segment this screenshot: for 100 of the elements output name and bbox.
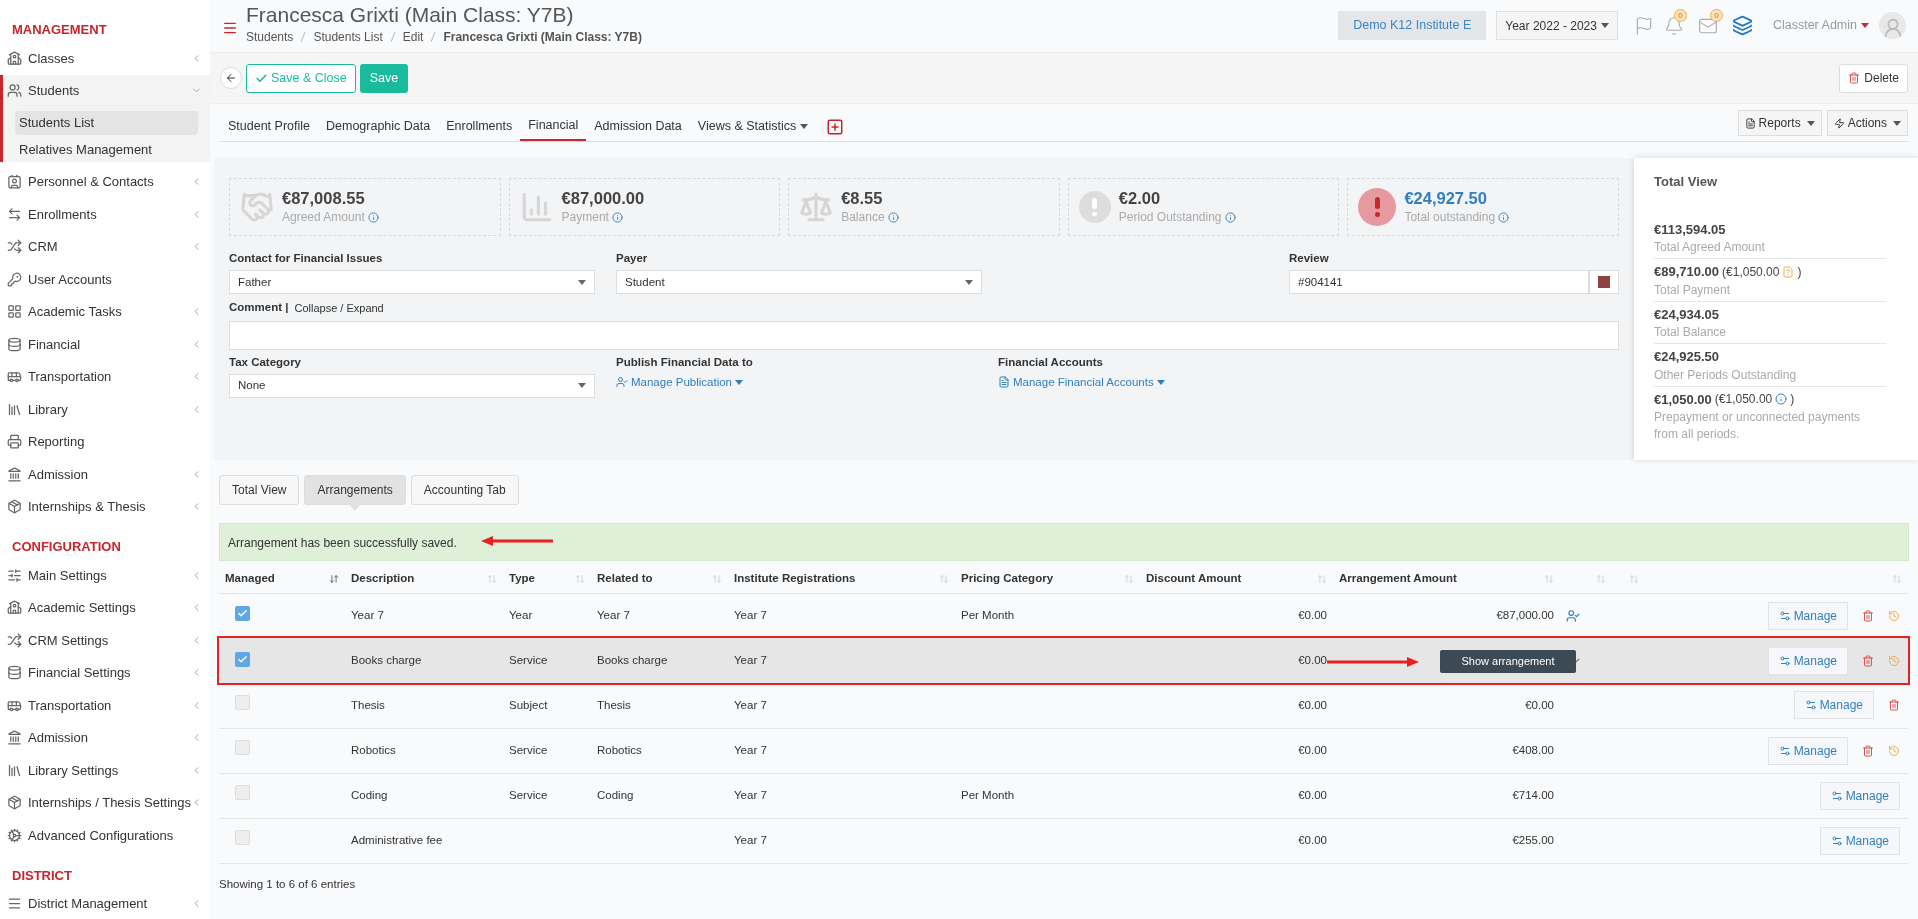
breadcrumb-link[interactable]: Students [246,28,294,46]
layers-icon[interactable] [1731,15,1753,36]
trash-icon[interactable] [1862,654,1874,667]
stat-label: Payment [561,209,609,226]
column-header[interactable]: Arrangement Amount [1339,570,1457,588]
tab[interactable]: Demographic Data [318,111,439,141]
sidebar-item[interactable]: Academic Settings [0,591,210,624]
column-header[interactable]: Discount Amount [1146,570,1242,588]
manage-button[interactable]: Manage [1767,601,1848,630]
tab[interactable]: Enrollments [438,111,521,141]
info-icon[interactable] [1775,393,1788,406]
sidebar-item[interactable]: Enrollments [0,198,210,231]
sidebar-subitem[interactable]: Relatives Management [15,138,198,162]
sidebar-item[interactable]: Financial [0,328,210,361]
checkbox[interactable] [235,606,250,622]
sidebar-item[interactable]: Internships & Thesis [0,490,210,523]
column-header[interactable]: Institute Registrations [734,570,856,588]
info-icon[interactable] [611,211,623,223]
trash-icon[interactable] [1888,699,1900,712]
table-cell: Year 7 [734,654,767,667]
column-header[interactable]: Description [351,570,415,588]
user-check-icon[interactable] [1566,608,1580,623]
manage-button[interactable]: Manage [1767,646,1848,675]
history-icon[interactable] [1888,609,1900,622]
column-header[interactable]: Type [509,570,535,588]
avatar[interactable] [1879,12,1906,39]
sidebar-label: Internships / Thesis Settings [28,794,192,812]
year-dropdown[interactable]: Year 2022 - 2023 [1496,11,1618,40]
shuffle-icon [7,632,22,648]
sidebar-item[interactable]: Advanced Configurations [0,819,210,852]
dropdown-button[interactable]: Actions [1826,110,1908,136]
stat-label: Period Outstanding [1118,209,1222,226]
column-header[interactable]: Related to [597,570,653,588]
shuffle-icon [7,239,22,255]
user-check-icon [616,376,628,389]
manage-accounts-link[interactable]: Manage Financial Accounts [998,373,1165,391]
tab[interactable]: Financial [520,111,587,141]
select-field[interactable]: Student [616,270,982,295]
total-label: Other Periods Outstanding [1654,366,1798,384]
manage-button[interactable]: Manage [1819,781,1900,810]
file-icon[interactable] [1782,265,1795,278]
review-field[interactable]: #904141 [1289,270,1589,295]
breadcrumb-link[interactable]: Edit [402,28,424,46]
bell-icon[interactable] [1663,15,1684,36]
collapse-link[interactable]: Collapse / Expand [294,299,384,317]
dropdown-button[interactable]: Reports [1737,110,1822,136]
sidebar-item[interactable]: Reporting [0,425,210,458]
sidebar-item[interactable]: Transportation [0,689,210,722]
info-icon[interactable] [367,211,379,223]
info-icon[interactable] [1498,211,1510,223]
tab[interactable]: Views & Statistics [689,111,817,141]
sidebar-item[interactable]: Transportation [0,360,210,393]
manage-button[interactable]: Manage [1793,691,1874,720]
building-icon [7,730,22,746]
field-label: Financial Accounts [998,354,1104,370]
sidebar-label: Reporting [28,433,86,451]
sidebar-item[interactable]: Personnel & Contacts [0,165,210,198]
sidebar-item[interactable]: CRM [0,230,210,263]
column-header[interactable]: Managed [225,570,275,588]
sidebar-item[interactable]: Main Settings [0,559,210,592]
menu-icon[interactable] [222,20,238,36]
checkbox[interactable] [235,651,250,667]
info-icon[interactable] [887,211,899,223]
delete-button[interactable]: Delete [1839,63,1908,93]
sidebar-item[interactable]: Library [0,393,210,426]
sub-tab[interactable]: Accounting Tab [410,475,519,505]
sidebar-item[interactable]: CRM Settings [0,624,210,657]
sidebar-item[interactable]: User Accounts [0,263,210,296]
info-icon[interactable] [1224,211,1236,223]
history-icon[interactable] [1888,654,1900,667]
sidebar-item[interactable]: Admission [0,721,210,754]
sidebar-item[interactable]: Academic Tasks [0,295,210,328]
manage-button[interactable]: Manage [1767,736,1848,765]
tab[interactable]: Admission Data [586,111,690,141]
tab[interactable]: Student Profile [220,111,318,141]
exclamation-icon [1374,197,1381,217]
column-header[interactable]: Pricing Category [961,570,1054,588]
sidebar-item[interactable]: Classes [0,42,210,75]
sidebar-item[interactable]: Admission [0,458,210,491]
manage-publication-link[interactable]: Manage Publication [616,373,998,391]
history-icon[interactable] [1888,744,1900,757]
sidebar-item[interactable]: District Management [0,887,210,919]
sidebar-label: Financial Settings [28,664,132,682]
sort-icon[interactable] [329,573,339,584]
caret-icon [1861,23,1869,28]
sidebar-item[interactable]: Financial Settings [0,656,210,689]
back-button[interactable] [220,67,242,89]
sidebar-item[interactable]: Internships / Thesis Settings [0,786,210,819]
sidebar-item[interactable]: Library Settings [0,754,210,787]
select-field[interactable]: None [229,373,595,398]
select-field[interactable]: Father [229,270,595,295]
color-picker[interactable] [1589,270,1619,295]
sidebar-item[interactable]: Students [3,74,210,107]
trash-icon[interactable] [1862,609,1874,622]
sub-tab[interactable]: Total View [219,475,300,505]
trash-icon[interactable] [1862,744,1874,757]
manage-button[interactable]: Manage [1819,826,1900,855]
breadcrumb-link[interactable]: Students List [313,28,383,46]
sidebar-subitem[interactable]: Students List [15,110,198,135]
comment-field[interactable] [229,320,1619,350]
